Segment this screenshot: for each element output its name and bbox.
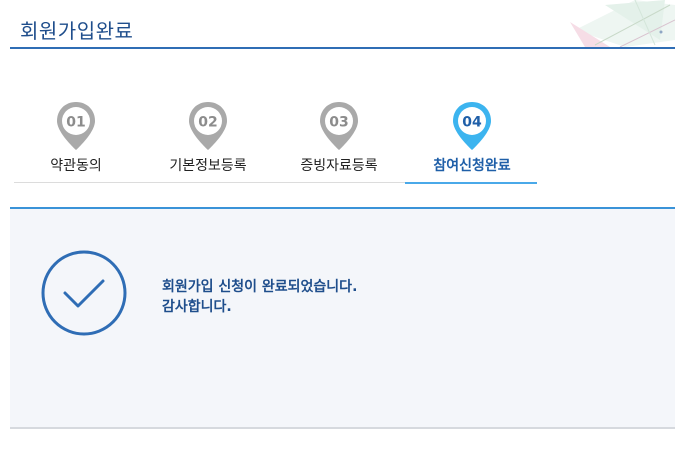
signup-steps: 01 약관동의 02 기본정보등록 03 증빙자료등록 04 참여신청완료	[0, 100, 685, 190]
completion-panel: 회원가입 신청이 완료되었습니다. 감사합니다.	[10, 207, 675, 429]
step-complete: 04 참여신청완료	[412, 100, 532, 179]
step-agreement: 01 약관동의	[16, 100, 136, 179]
header-decor	[570, 0, 675, 47]
step-label: 증빙자료등록	[300, 158, 378, 174]
page-header: 회원가입완료	[10, 0, 675, 49]
page-title: 회원가입완료	[20, 19, 134, 43]
checkmark-circle-icon	[41, 250, 127, 336]
map-pin-icon: 01	[57, 102, 95, 150]
svg-text:04: 04	[462, 115, 482, 131]
step-label: 약관동의	[50, 158, 102, 174]
completion-message-line1: 회원가입 신청이 완료되었습니다.	[162, 279, 358, 295]
completion-message: 회원가입 신청이 완료되었습니다. 감사합니다.	[162, 277, 357, 317]
step-label: 참여신청완료	[433, 158, 511, 174]
svg-text:02: 02	[198, 115, 217, 131]
completion-message-line2: 감사합니다.	[162, 299, 232, 315]
map-pin-icon: 04	[453, 102, 491, 150]
step-documents: 03 증빙자료등록	[279, 100, 399, 179]
svg-text:01: 01	[66, 115, 85, 131]
active-step-indicator	[405, 182, 537, 184]
step-label: 기본정보등록	[169, 158, 247, 174]
map-pin-icon: 02	[189, 102, 227, 150]
map-pin-icon: 03	[320, 102, 358, 150]
svg-text:03: 03	[329, 115, 348, 131]
step-basic-info: 02 기본정보등록	[148, 100, 268, 179]
